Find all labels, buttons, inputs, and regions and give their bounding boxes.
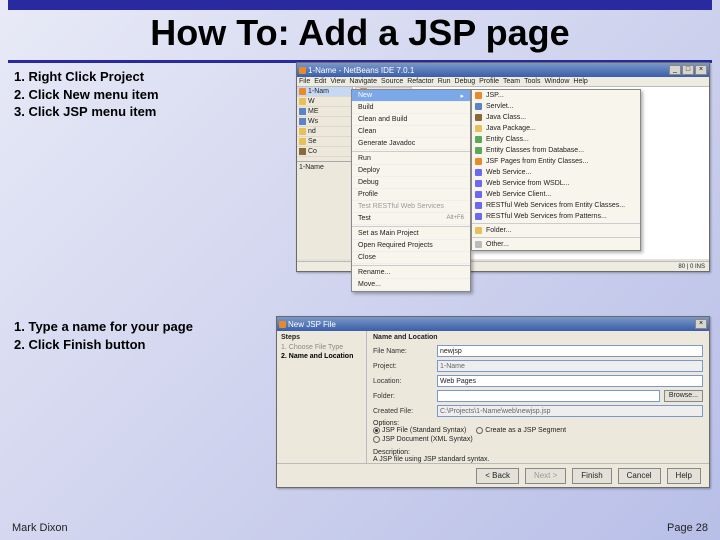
radio-icon [476,427,483,434]
folder-label: Folder: [373,393,433,400]
option-segment[interactable]: Create as a JSP Segment [476,427,566,434]
context-menu-item[interactable]: Run [352,153,470,165]
author: Mark Dixon [12,522,68,534]
folder-icon [299,138,306,145]
submenu-item[interactable]: Web Service... [472,167,640,178]
folder-input[interactable] [437,390,660,402]
option-xml[interactable]: JSP Document (XML Syntax) [373,436,473,443]
submenu-item[interactable]: JSF Pages from Entity Classes... [472,156,640,167]
wizard-form: Name and Location File Name:newjsp Proje… [367,331,709,463]
submenu-item[interactable]: Other... [472,239,640,250]
new-jsp-dialog: New JSP File × Steps 1. Choose File Type… [276,316,710,488]
filename-label: File Name: [373,348,433,355]
created-file-input: C:\Projects\1-Name\web\newjsp.jsp [437,405,703,417]
context-menu-item[interactable]: TestAlt+F6 [352,213,470,225]
sidebar-item[interactable]: Ws [297,117,352,127]
context-menu-item[interactable]: Generate Javadoc [352,138,470,150]
project-sidebar[interactable]: 1-Nam W ME Ws nd Se Co 1-Name [297,87,353,259]
context-menu-item[interactable]: Rename... [352,267,470,279]
submenu-item[interactable]: Servlet... [472,101,640,112]
submenu-item[interactable]: Folder... [472,225,640,236]
close-button[interactable]: × [695,65,707,75]
submenu-item[interactable]: Java Package... [472,123,640,134]
context-menu-item[interactable]: New▸ [352,90,470,102]
context-menu-item[interactable]: Profile [352,189,470,201]
radio-icon [373,427,380,434]
minimize-button[interactable]: _ [669,65,681,75]
submenu-item[interactable]: RESTful Web Services from Entity Classes… [472,200,640,211]
page-number: Page 28 [667,522,708,534]
location-label: Location: [373,378,433,385]
instructions-top: 1. Right Click Project 2. Click New menu… [14,68,159,121]
sidebar-item[interactable]: nd [297,127,352,137]
submenu-item[interactable]: Java Class... [472,112,640,123]
slide-top-rule [8,0,712,10]
project-input: 1-Name [437,360,703,372]
context-menu-item[interactable]: Move... [352,279,470,291]
folder-icon [299,148,306,155]
context-menu-item[interactable]: Set as Main Project [352,228,470,240]
context-menu-item[interactable]: Debug [352,177,470,189]
dialog-button-cancel[interactable]: Cancel [618,468,661,484]
description-label: Description: [373,449,703,456]
sidebar-footer: 1-Name [297,161,352,173]
context-menu-item[interactable]: Test RESTful Web Services [352,201,470,213]
context-menu-item[interactable]: Open Required Projects [352,240,470,252]
location-select[interactable]: Web Pages [437,375,703,387]
submenu-item[interactable]: Entity Class... [472,134,640,145]
context-menu-item[interactable]: Clean [352,126,470,138]
context-menu-item[interactable]: Clean and Build [352,114,470,126]
filename-input[interactable]: newjsp [437,345,703,357]
dialog-buttons: < Back Next > Finish Cancel Help [277,463,709,487]
submenu-item[interactable]: RESTful Web Services from Patterns... [472,211,640,222]
context-menu-item[interactable]: Close [352,252,470,264]
new-submenu[interactable]: JSP...Servlet...Java Class...Java Packag… [471,89,641,251]
project-icon [299,88,306,95]
slide-title: How To: Add a JSP page [8,12,712,63]
wizard-step: 1. Choose File Type [281,344,362,351]
browse-button[interactable]: Browse... [664,390,703,402]
context-menu[interactable]: New▸BuildClean and BuildCleanGenerate Ja… [351,89,471,292]
menubar[interactable]: FileEditViewNavigateSourceRefactorRunDeb… [297,77,709,87]
instructions-bottom: 1. Type a name for your page 2. Click Fi… [14,318,193,353]
jsp-icon [279,321,286,328]
dialog-titlebar: New JSP File × [277,317,709,331]
wizard-step-current: 2. Name and Location [281,353,362,360]
submenu-item[interactable]: JSP... [472,90,640,101]
submenu-item[interactable]: Web Service from WSDL... [472,178,640,189]
netbeans-icon [299,67,306,74]
dialog-button-back[interactable]: < Back [476,468,519,484]
radio-icon [373,436,380,443]
sidebar-item[interactable]: W [297,97,352,107]
folder-icon [299,128,306,135]
sidebar-item[interactable]: Se [297,137,352,147]
folder-icon [299,98,306,105]
slide-footer: Mark Dixon Page 28 [12,522,708,534]
wizard-steps: Steps 1. Choose File Type 2. Name and Lo… [277,331,367,463]
sidebar-item[interactable]: ME [297,107,352,117]
submenu-item[interactable]: Entity Classes from Database... [472,145,640,156]
options-group: Options: JSP File (Standard Syntax) Crea… [373,420,703,445]
dialog-button-finish[interactable]: Finish [572,468,611,484]
project-label: Project: [373,363,433,370]
sidebar-item-project[interactable]: 1-Nam [297,87,352,97]
submenu-item[interactable]: Web Service Client... [472,189,640,200]
folder-icon [299,118,306,125]
context-menu-item[interactable]: Build [352,102,470,114]
netbeans-window: 1-Name - NetBeans IDE 7.0.1 _ □ × FileEd… [296,62,710,272]
titlebar: 1-Name - NetBeans IDE 7.0.1 _ □ × [297,63,709,77]
dialog-button-help[interactable]: Help [667,468,701,484]
sidebar-item[interactable]: Co [297,147,352,157]
folder-icon [299,108,306,115]
created-label: Created File: [373,408,433,415]
close-button[interactable]: × [695,319,707,329]
dialog-button-next: Next > [525,468,566,484]
option-standard[interactable]: JSP File (Standard Syntax) [373,427,466,434]
maximize-button[interactable]: □ [682,65,694,75]
context-menu-item[interactable]: Deploy [352,165,470,177]
